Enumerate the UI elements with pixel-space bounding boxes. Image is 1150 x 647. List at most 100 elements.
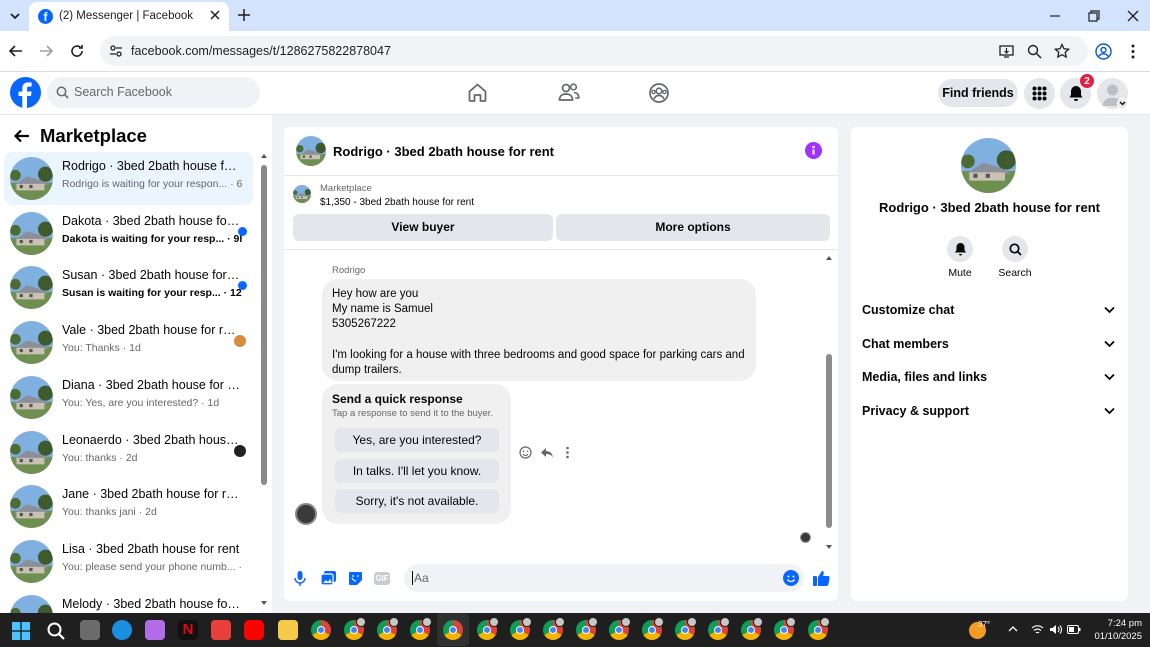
quick-response-button[interactable]: In talks. I'll let you know. [335, 458, 499, 483]
menu-grid-button[interactable] [1024, 78, 1055, 109]
conversation-item[interactable]: Jane · 3bed 2bath house for rent You: tha… [4, 480, 253, 533]
emoji-icon[interactable] [783, 570, 799, 586]
search-icon [56, 86, 69, 99]
details-avatar[interactable] [961, 138, 1016, 193]
home-nav-icon[interactable] [467, 82, 488, 103]
wps-icon[interactable] [211, 620, 231, 640]
chrome-window-icon[interactable] [410, 617, 433, 640]
sender-avatar[interactable] [295, 503, 317, 525]
quick-response-button[interactable]: Yes, are you interested? [335, 428, 499, 452]
chrome-window-icon[interactable] [608, 617, 631, 640]
chat-avatar[interactable] [296, 136, 326, 166]
view-buyer-button[interactable]: View buyer [293, 214, 553, 241]
browser-tab[interactable]: f (2) Messenger | Facebook [29, 2, 229, 31]
chrome-window-icon[interactable] [642, 617, 664, 640]
conversation-item[interactable]: Leonaerdo · 3bed 2bath house for rent You… [4, 426, 253, 479]
details-section-toggle[interactable]: Customize chat [862, 303, 1117, 323]
photo-icon[interactable] [321, 571, 336, 585]
chrome-window-icon[interactable] [509, 617, 532, 640]
browser-menu-icon[interactable] [1130, 43, 1136, 60]
chrome-window-icon[interactable] [476, 617, 499, 640]
message-bubble[interactable]: Hey how are you My name is Samuel 53052672… [322, 279, 756, 381]
search-facebook-field[interactable]: Search Facebook [47, 77, 260, 108]
sticker-icon[interactable] [348, 571, 363, 586]
friends-nav-icon[interactable] [558, 82, 580, 103]
edge-icon[interactable] [112, 620, 132, 640]
tab-search-icon[interactable] [6, 7, 24, 25]
back-arrow-icon[interactable] [13, 127, 31, 145]
groups-nav-icon[interactable] [648, 82, 670, 104]
chat-title[interactable]: Rodrigo · 3bed 2bath house for rent [333, 144, 554, 159]
task-view-icon[interactable] [80, 620, 100, 640]
conversation-item[interactable]: Susan · 3bed 2bath house for rent Susan i… [4, 261, 253, 314]
new-tab-icon[interactable] [236, 7, 252, 23]
back-icon[interactable] [8, 43, 24, 59]
conversation-item[interactable]: Rodrigo · 3bed 2bath house for rent Rodri… [4, 152, 253, 205]
details-section-toggle[interactable]: Privacy & support [862, 404, 1117, 424]
reply-icon[interactable] [540, 446, 554, 459]
copilot-icon[interactable] [145, 620, 165, 640]
clock-time[interactable]: 7:24 pm [1090, 618, 1142, 629]
install-app-icon[interactable] [999, 44, 1014, 59]
battery-icon[interactable] [1067, 625, 1081, 634]
more-options-button[interactable]: More options [556, 214, 830, 241]
conversation-preview: You: thanks · 2d [62, 452, 242, 464]
conversation-name: Melody · 3bed 2bath house for rent [62, 596, 240, 611]
react-icon[interactable] [519, 446, 532, 459]
youtube-icon[interactable] [244, 620, 264, 640]
conversation-name: Lisa · 3bed 2bath house for rent [62, 541, 240, 556]
taskbar-search-icon[interactable] [46, 621, 66, 641]
message-more-icon[interactable] [565, 446, 570, 459]
bookmark-star-icon[interactable] [1054, 43, 1070, 59]
windows-start-icon[interactable] [12, 622, 30, 640]
hidden-icons-chevron-icon[interactable] [1008, 625, 1018, 633]
wifi-icon[interactable] [1031, 624, 1044, 635]
conversation-item[interactable]: Dakota · 3bed 2bath house for rent Dakota… [4, 207, 253, 260]
clock-date[interactable]: 01/10/2025 [1085, 631, 1142, 642]
chat-scrollbar[interactable] [824, 252, 834, 552]
chrome-window-icon[interactable] [741, 617, 764, 640]
listing-thumbnail[interactable] [293, 185, 311, 203]
gif-icon[interactable]: GIF [374, 572, 390, 585]
listing-summary[interactable]: $1,350 - 3bed 2bath house for rent [320, 197, 474, 208]
site-info-icon[interactable] [109, 44, 123, 58]
chrome-window-icon[interactable] [377, 617, 400, 640]
like-thumb-icon[interactable] [813, 570, 830, 586]
chrome-window-icon[interactable] [311, 620, 331, 640]
conversation-item[interactable]: Vale · 3bed 2bath house for rent You: Tha… [4, 316, 253, 369]
message-input[interactable]: Aa [404, 564, 804, 592]
volume-icon[interactable] [1049, 624, 1062, 635]
close-window-icon[interactable] [1126, 9, 1140, 23]
profile-icon[interactable] [1095, 43, 1112, 60]
conversation-item[interactable]: Melody · 3bed 2bath house for rent [4, 590, 253, 613]
chrome-window-icon[interactable] [675, 617, 698, 640]
reload-icon[interactable] [69, 43, 85, 59]
chrome-window-icon[interactable] [575, 617, 598, 640]
info-icon[interactable] [805, 142, 822, 159]
zoom-icon[interactable] [1027, 44, 1042, 59]
find-friends-button[interactable]: Find friends [938, 79, 1018, 107]
url-field[interactable]: facebook.com/messages/t/1286275822878047 [100, 36, 1088, 66]
netflix-icon[interactable]: N [178, 620, 198, 640]
quick-response-button[interactable]: Sorry, it's not available. [335, 489, 499, 513]
chrome-window-icon[interactable] [344, 617, 367, 640]
details-section-toggle[interactable]: Media, files and links [862, 370, 1117, 390]
account-chevron-icon[interactable] [1117, 98, 1128, 109]
details-section-toggle[interactable]: Chat members [862, 337, 1117, 357]
chrome-window-icon[interactable] [542, 617, 565, 640]
chrome-window-icon[interactable] [708, 617, 731, 640]
mute-button[interactable] [947, 236, 973, 262]
file-explorer-icon[interactable] [278, 620, 298, 640]
close-tab-icon[interactable] [207, 7, 223, 23]
microphone-icon[interactable] [294, 571, 306, 586]
sidebar-scrollbar[interactable] [259, 152, 269, 607]
chrome-window-icon[interactable] [807, 617, 830, 640]
facebook-logo-icon[interactable] [10, 77, 41, 108]
forward-icon[interactable] [38, 43, 54, 59]
conversation-item[interactable]: Diana · 3bed 2bath house for rent You: Ye… [4, 371, 253, 424]
minimize-icon[interactable] [1048, 9, 1062, 23]
conversation-item[interactable]: Lisa · 3bed 2bath house for rent You: ple… [4, 535, 253, 588]
search-chat-button[interactable] [1002, 236, 1028, 262]
chrome-window-icon[interactable] [774, 617, 797, 640]
restore-icon[interactable] [1087, 9, 1101, 23]
